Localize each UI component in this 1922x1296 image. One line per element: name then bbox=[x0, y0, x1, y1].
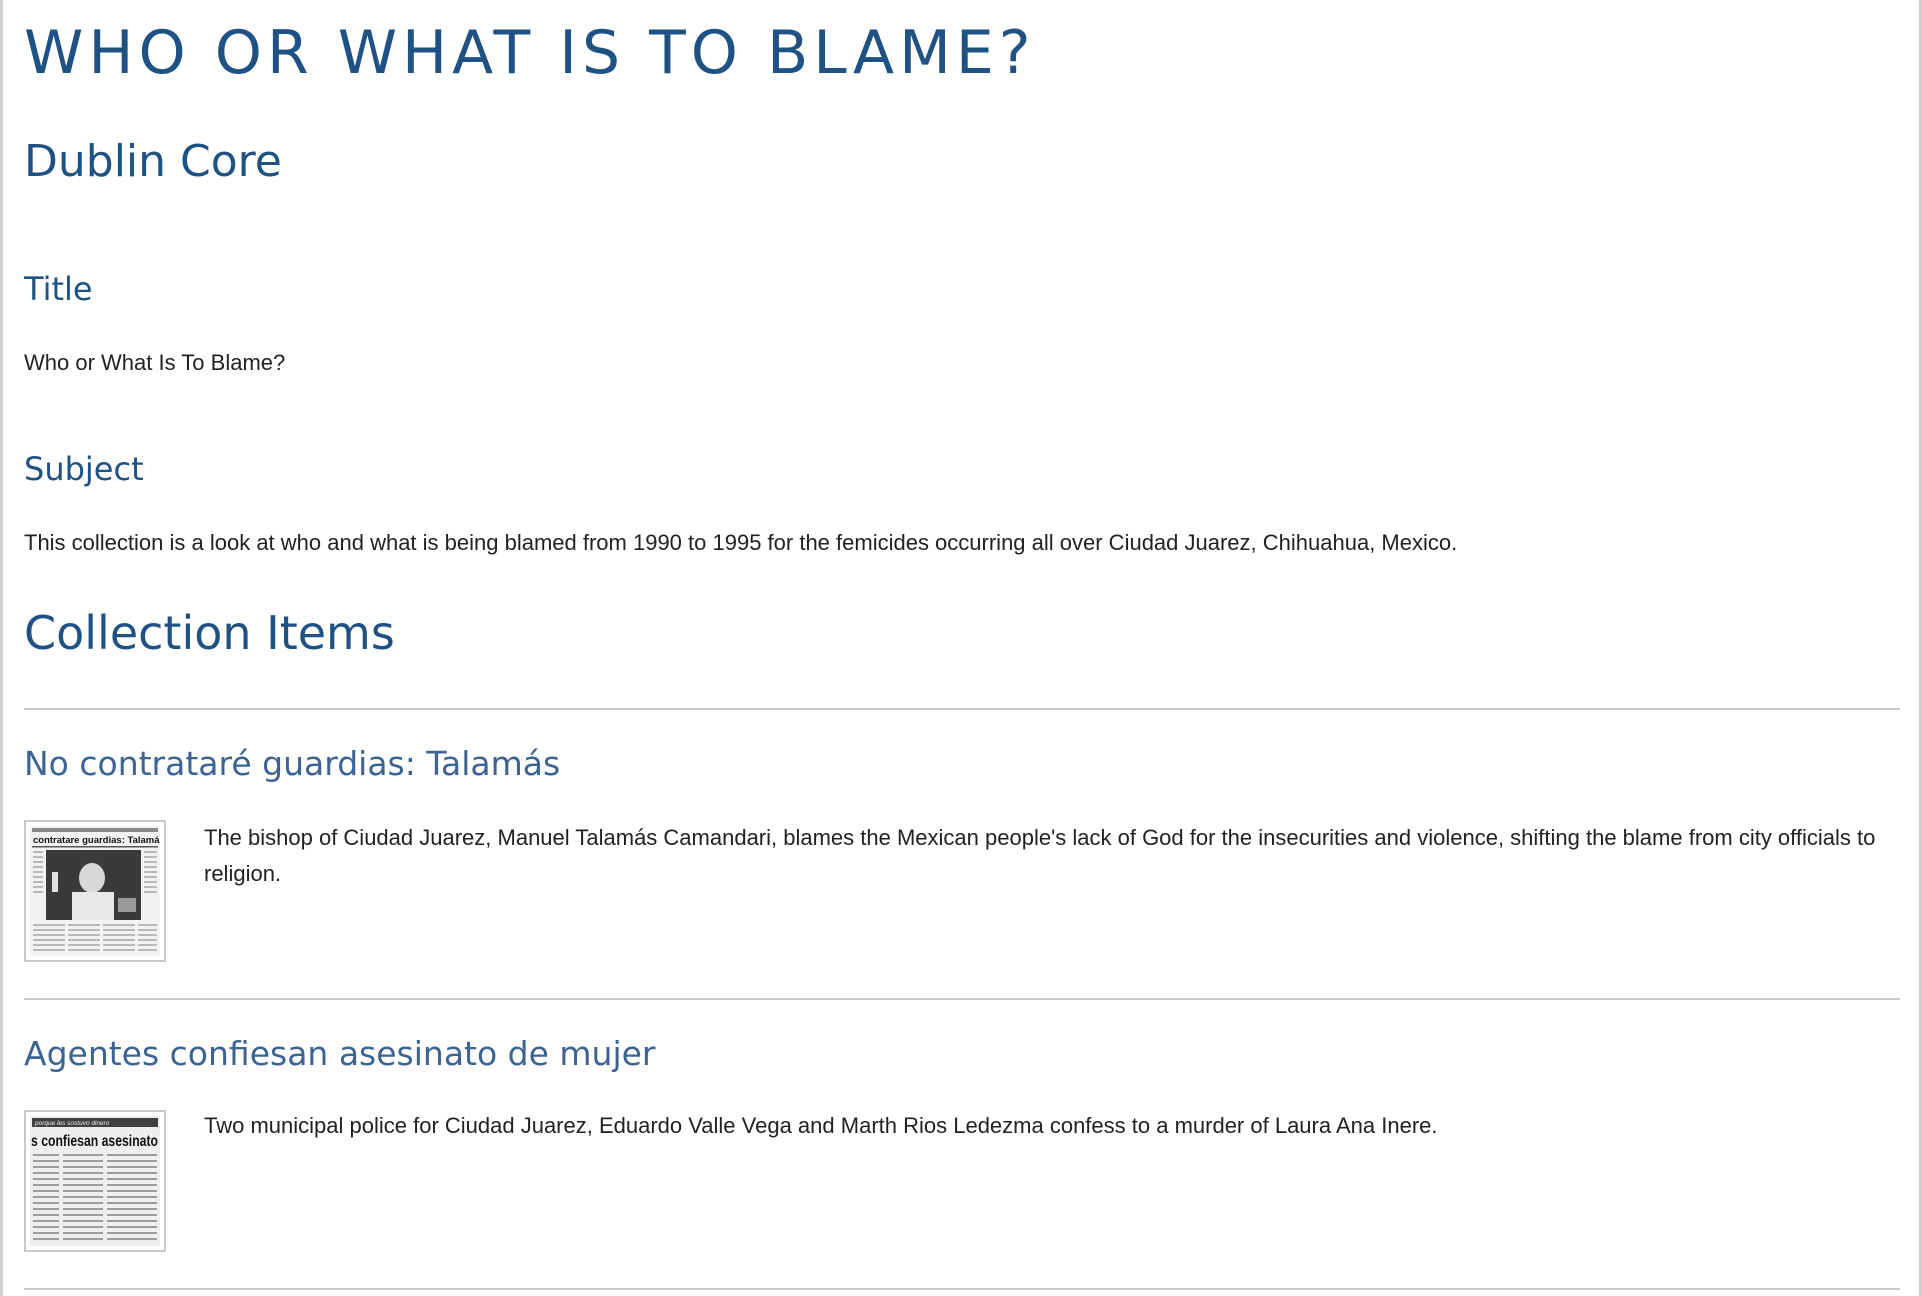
page-title: WHO OR WHAT IS TO BLAME? bbox=[24, 18, 1036, 88]
subject-field-value: This collection is a look at who and wha… bbox=[24, 530, 1458, 555]
item-thumbnail[interactable]: porque les sostuvo dinero s confiesan as… bbox=[24, 1110, 166, 1252]
title-field-value: Who or What Is To Blame? bbox=[24, 350, 286, 375]
item-divider bbox=[24, 998, 1900, 1000]
item-title-link[interactable]: Agentes confiesan asesinato de mujer bbox=[24, 1034, 656, 1073]
item-thumbnail[interactable]: contratare guardias: Talamás bbox=[24, 820, 166, 962]
thumbnail-headline: s confiesan asesinato bbox=[31, 1133, 158, 1150]
item-divider bbox=[24, 708, 1900, 710]
item-description: The bishop of Ciudad Juarez, Manuel Tala… bbox=[204, 825, 1876, 886]
newspaper-clipping-photo-icon: contratare guardias: Talamás bbox=[30, 826, 160, 956]
newspaper-clipping-text-icon: porque les sostuvo dinero s confiesan as… bbox=[30, 1116, 160, 1246]
dublin-core-heading: Dublin Core bbox=[24, 136, 282, 187]
title-field-label: Title bbox=[24, 270, 93, 308]
subject-field-label: Subject bbox=[24, 450, 144, 488]
item-divider bbox=[24, 1288, 1900, 1290]
collection-items-heading: Collection Items bbox=[24, 606, 395, 660]
item-description: Two municipal police for Ciudad Juarez, … bbox=[204, 1113, 1438, 1138]
item-title-link[interactable]: No contrataré guardias: Talamás bbox=[24, 744, 560, 783]
thumbnail-headline: contratare guardias: Talamás bbox=[33, 835, 160, 846]
thumbnail-kicker: porque les sostuvo dinero bbox=[34, 1120, 110, 1127]
